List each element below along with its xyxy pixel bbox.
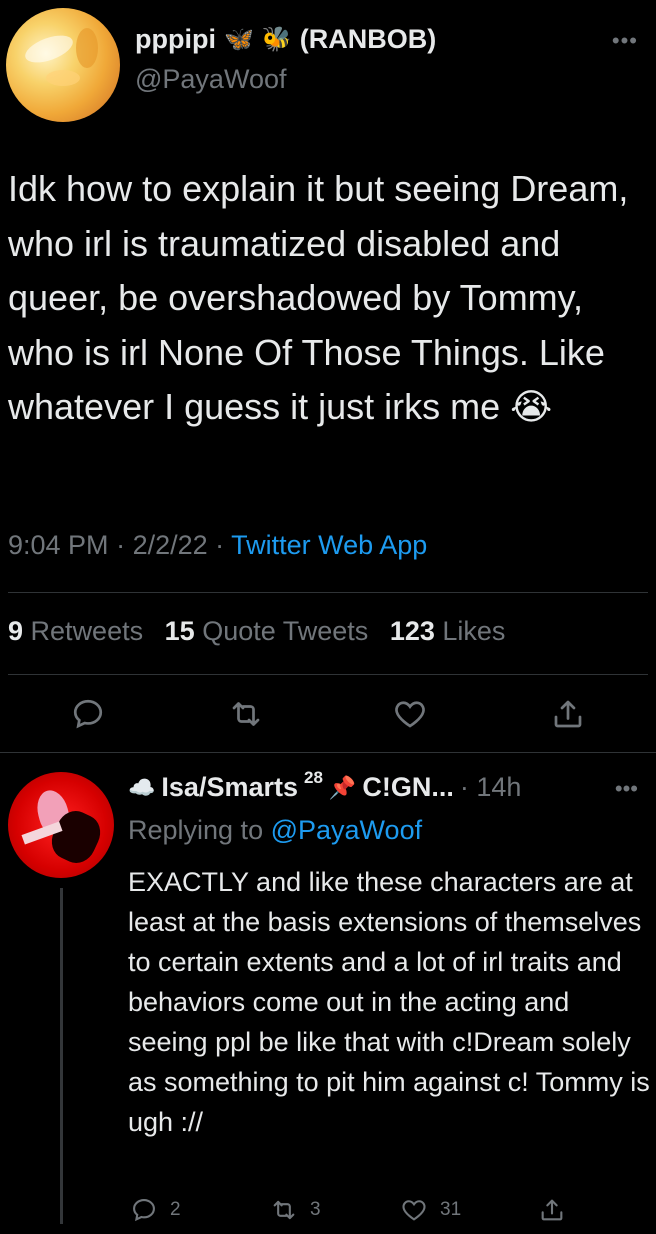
retweets-stat[interactable]: 9 Retweets [8,616,143,646]
likes-count: 123 [389,616,435,646]
retweets-label: Retweets [30,616,144,646]
replying-mention[interactable]: @PayaWoof [271,815,422,845]
author-handle[interactable]: @PayaWoof [135,64,286,95]
reply-button[interactable] [70,696,110,736]
cloud-emoji: ☁️ [128,774,156,800]
replying-to: Replying to @PayaWoof [128,815,422,846]
reply-text: EXACTLY and like these characters are at… [128,867,650,1137]
author-display-name[interactable]: pppipi [135,24,216,55]
reply-name-superscript: 28 [304,767,323,787]
meta-separator: · [207,530,232,560]
butterfly-emoji: 🦋 [223,25,254,53]
likes-stat[interactable]: 123 Likes [390,616,506,646]
reply-reply-button[interactable]: 2 [130,1196,181,1224]
more-options-icon[interactable]: ••• [612,28,638,54]
reply-author-row[interactable]: ☁️ Isa/Smarts 28 📌 C!GN... · 14h [128,768,522,803]
reply-name-suffix[interactable]: C!GN... [362,772,454,803]
tweet-stats: 9 Retweets 15 Quote Tweets 123 Likes [8,616,505,647]
pin-emoji: 📌 [328,774,357,800]
quotes-stat[interactable]: 15 Quote Tweets [165,616,369,646]
reply-retweet-count: 3 [310,1199,321,1220]
share-icon [554,700,582,728]
like-button[interactable] [392,696,432,736]
author-avatar[interactable] [6,8,120,122]
meta-separator: · [108,530,133,560]
retweet-button[interactable] [228,696,268,736]
tweet-time[interactable]: 9:04 PM [8,530,109,560]
tweet-source[interactable]: Twitter Web App [231,530,427,560]
reply-more-options-icon[interactable]: ••• [615,776,638,802]
reply-retweet-button[interactable]: 3 [270,1196,321,1224]
retweets-count: 9 [8,616,24,646]
reply-reply-count: 2 [170,1199,181,1220]
reply-like-count: 31 [440,1199,462,1220]
reply-icon [133,1199,155,1222]
tweet-date[interactable]: 2/2/22 [133,530,208,560]
tweet-text: Idk how to explain it but seeing Dream, … [8,168,629,427]
replying-label: Replying to [128,815,264,845]
reply-author-avatar[interactable] [8,772,114,878]
reply-display-name[interactable]: Isa/Smarts [161,772,298,803]
retweet-icon [273,1200,295,1220]
tweet-meta: 9:04 PM · 2/2/22 · Twitter Web App [8,530,427,561]
bee-emoji: 🐝 [261,25,292,53]
reply-time[interactable]: · 14h [460,772,522,803]
quotes-label: Quote Tweets [202,616,369,646]
share-icon [541,1199,563,1221]
author-name-row[interactable]: pppipi 🦋 🐝 (RANBOB) [135,24,436,55]
likes-label: Likes [442,616,506,646]
thread-line [60,888,63,1224]
reply-like-button[interactable]: 31 [400,1196,461,1224]
retweet-icon [232,702,260,726]
like-icon [402,1200,426,1221]
divider [8,592,648,593]
quotes-count: 15 [164,616,195,646]
share-button[interactable] [550,696,590,736]
divider [0,752,656,753]
divider [8,674,648,675]
author-name-suffix[interactable]: (RANBOB) [300,24,436,55]
like-icon [395,701,425,728]
reply-icon [73,699,103,729]
reply-share-button[interactable] [538,1196,566,1224]
